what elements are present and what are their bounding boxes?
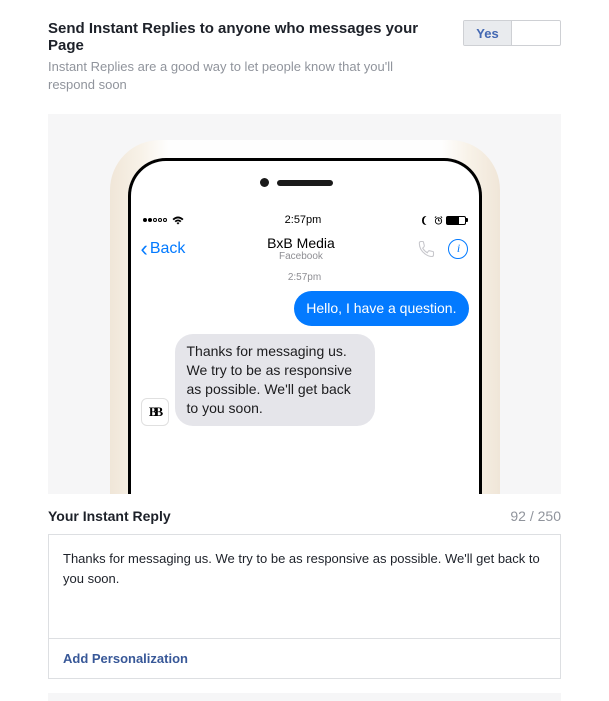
reply-message-bubble: Thanks for messaging us. We try to be as…	[175, 334, 375, 426]
phone-status-bar: 2:57pm	[131, 213, 479, 227]
page-subtitle: Instant Replies are a good way to let pe…	[48, 58, 443, 94]
toggle-no-button[interactable]	[512, 21, 560, 45]
add-personalization-button[interactable]: Add Personalization	[49, 638, 560, 678]
phone-preview: 2:57pm ‹ Back	[48, 114, 561, 494]
wifi-icon	[172, 216, 184, 225]
chat-title: BxB Media	[267, 235, 335, 251]
status-time: 2:57pm	[285, 214, 322, 226]
page-title: Send Instant Replies to anyone who messa…	[48, 20, 443, 54]
signal-strength	[143, 216, 184, 225]
alarm-icon	[434, 216, 443, 225]
chat-timestamp: 2:57pm	[141, 272, 469, 283]
phone-camera	[260, 178, 269, 187]
back-button[interactable]: ‹ Back	[141, 238, 186, 260]
battery-icon	[446, 216, 466, 225]
settings-header: Send Instant Replies to anyone who messa…	[48, 20, 561, 94]
info-icon[interactable]: i	[448, 239, 468, 259]
toggle-yes-button[interactable]: Yes	[464, 21, 512, 45]
call-icon[interactable]	[416, 239, 436, 259]
reply-section-title: Your Instant Reply	[48, 508, 171, 524]
reply-editor: Add Personalization	[48, 534, 561, 679]
character-counter: 92 / 250	[510, 508, 561, 524]
moon-icon	[422, 216, 431, 225]
back-label: Back	[150, 240, 186, 258]
reply-textarea[interactable]	[49, 535, 560, 633]
chevron-left-icon: ‹	[141, 238, 148, 260]
page-avatar: BB	[141, 398, 169, 426]
user-message-bubble: Hello, I have a question.	[294, 291, 468, 326]
chat-subtitle: Facebook	[267, 251, 335, 262]
footer-spacer	[48, 693, 561, 701]
instant-reply-toggle: Yes	[463, 20, 561, 46]
phone-speaker	[277, 180, 333, 186]
chat-nav-bar: ‹ Back BxB Media Facebook i	[131, 227, 479, 270]
